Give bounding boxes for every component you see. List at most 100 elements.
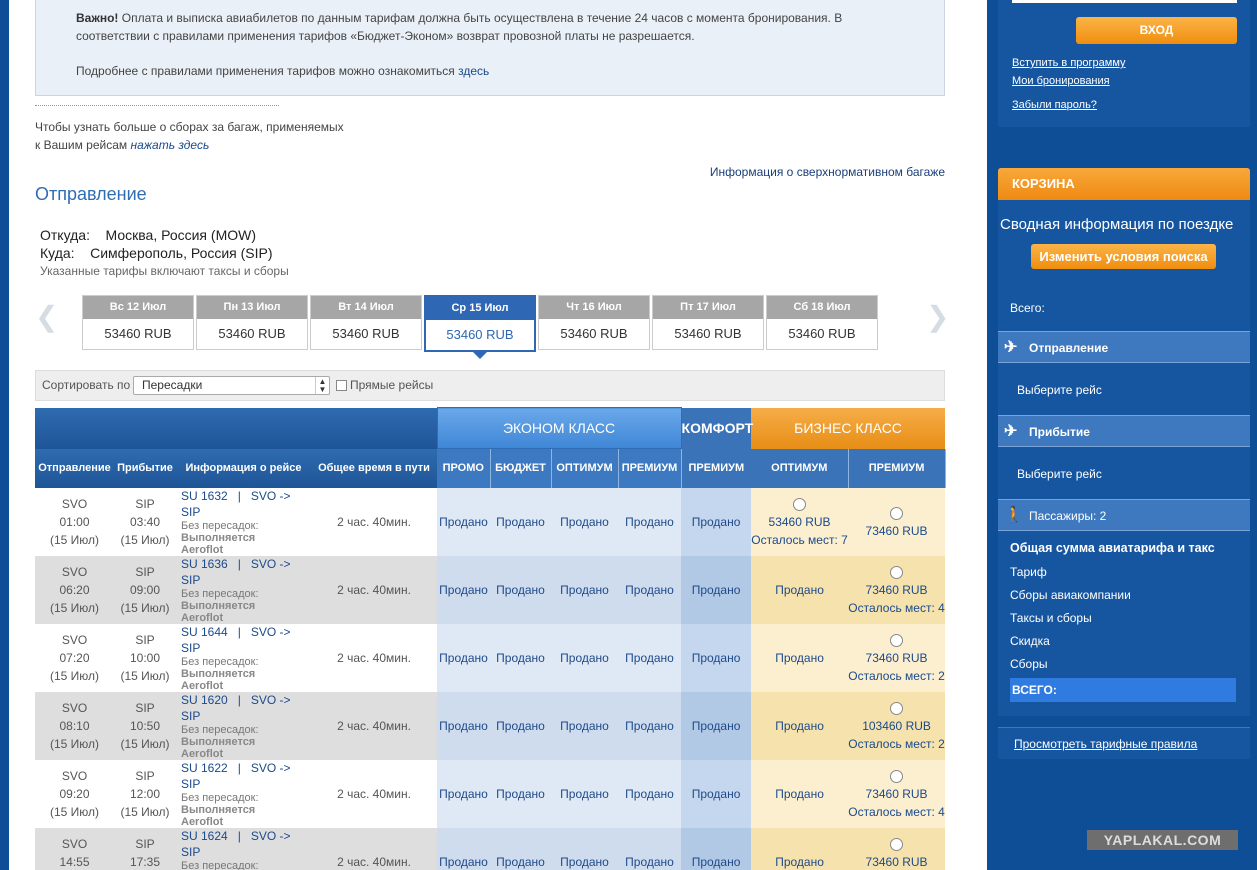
column-header: ПРОМО xyxy=(437,448,491,488)
date-cell[interactable]: Пн 13 Июл 53460 RUB xyxy=(196,295,308,350)
fare-radio[interactable] xyxy=(890,565,904,579)
date-cell[interactable]: Вс 12 Июл 53460 RUB xyxy=(82,295,194,350)
fare-cell[interactable]: 73460 RUB Осталось мест: 2 xyxy=(848,623,946,692)
fare-cell[interactable]: Продано xyxy=(490,691,551,760)
fare-rules-link[interactable]: Просмотреть тарифные правила xyxy=(1014,737,1197,751)
fare-cell[interactable]: 73460 RUB Осталось мест: 4 xyxy=(848,759,946,828)
arr-airport: SIP xyxy=(135,564,155,579)
fare-cell[interactable]: Продано xyxy=(490,555,551,624)
fare-cell[interactable]: Продано xyxy=(551,487,618,556)
dep-airport: SVO xyxy=(61,564,88,579)
flight-number-link[interactable]: SU 1624 xyxy=(181,829,228,843)
flight-stops: Без пересадок: xyxy=(181,519,259,532)
date-cell[interactable]: Вт 14 Июл 53460 RUB xyxy=(310,295,422,350)
fare-cell[interactable]: Продано xyxy=(437,759,490,828)
fare-status: Продано xyxy=(496,582,545,597)
column-header: ПРЕМИУМ xyxy=(618,448,682,488)
cart-arrival-section: ✈ Прибытие xyxy=(998,415,1250,447)
fare-cell[interactable]: Продано xyxy=(437,555,490,624)
fare-cell[interactable]: Продано xyxy=(551,691,618,760)
column-header: Информация о рейсе xyxy=(176,448,311,488)
fare-cell[interactable]: Продано xyxy=(437,691,490,760)
flight-number-link[interactable]: SU 1636 xyxy=(181,557,228,571)
fare-cell[interactable]: Продано xyxy=(681,827,752,870)
fare-radio[interactable] xyxy=(890,837,904,851)
fare-cell[interactable]: Продано xyxy=(490,487,551,556)
fare-cell[interactable]: Продано xyxy=(681,555,752,624)
fare-cell[interactable]: Продано xyxy=(681,691,752,760)
fare-rules-box: Просмотреть тарифные правила xyxy=(998,727,1250,759)
date-cell[interactable]: Пт 17 Июл 53460 RUB xyxy=(652,295,764,350)
fare-status: Продано xyxy=(496,718,545,733)
fare-cell[interactable]: Продано xyxy=(681,759,752,828)
seats-left: Осталось мест: 7 xyxy=(751,532,848,547)
fare-cell[interactable]: 73460 RUBОсталось мест: 5 xyxy=(848,827,946,870)
flight-number-link[interactable]: SU 1620 xyxy=(181,693,228,707)
fare-cell[interactable]: Продано xyxy=(490,623,551,692)
fare-status: Продано xyxy=(691,582,741,597)
fare-price: 73460 RUB xyxy=(865,582,928,597)
date-price: 53460 RUB xyxy=(446,327,514,342)
date-cell[interactable]: Ср 15 Июл 53460 RUB xyxy=(424,295,536,359)
fare-cell[interactable]: Продано xyxy=(437,827,490,870)
fare-cell[interactable]: Продано xyxy=(618,487,682,556)
fare-cell[interactable]: Продано xyxy=(751,555,849,624)
fare-cell[interactable]: Продано xyxy=(618,623,682,692)
fare-radio[interactable] xyxy=(890,769,904,783)
fare-cell[interactable]: Продано xyxy=(618,827,682,870)
fare-cell[interactable]: Продано xyxy=(490,759,551,828)
flight-number-link[interactable]: SU 1632 xyxy=(181,489,228,503)
fare-status: Продано xyxy=(439,650,488,665)
date-selector: Вс 12 Июл 53460 RUB Пн 13 Июл 53460 RUB Вт 1… xyxy=(82,295,880,359)
sidebar: ВХОД Вступить в программу Мои бронирован… xyxy=(997,0,1250,870)
fare-cell[interactable]: Продано xyxy=(751,827,849,870)
date-label: Ср 15 Июл xyxy=(426,297,534,320)
fare-cell[interactable]: Продано xyxy=(681,487,752,556)
fare-cell[interactable]: Продано xyxy=(437,623,490,692)
fare-cell[interactable]: Продано xyxy=(551,827,618,870)
fare-status: Продано xyxy=(625,514,674,529)
flight-number-link[interactable]: SU 1644 xyxy=(181,625,228,639)
fare-cell[interactable]: Продано xyxy=(618,759,682,828)
fare-cell[interactable]: Продано xyxy=(551,759,618,828)
flight-number-link[interactable]: SU 1622 xyxy=(181,761,228,775)
password-field[interactable] xyxy=(1012,0,1237,3)
discount-label: Скидка xyxy=(1010,634,1050,648)
fare-cell[interactable]: Продано xyxy=(618,691,682,760)
baggage-link[interactable]: нажать здесь xyxy=(130,138,209,152)
passengers-section: 🚶 Пассажиры: 2 xyxy=(998,499,1250,531)
fare-cell[interactable]: Продано xyxy=(751,759,849,828)
sort-select[interactable]: Пересадки ▲ ▼ xyxy=(133,376,330,395)
fare-radio[interactable] xyxy=(890,506,904,520)
fare-cell[interactable]: 53460 RUB Осталось мест: 7 xyxy=(751,487,849,556)
change-search-button[interactable]: Изменить условия поиска xyxy=(1031,244,1216,269)
join-program-link[interactable]: Вступить в программу xyxy=(1012,57,1126,69)
fare-cell[interactable]: Продано xyxy=(751,623,849,692)
fare-cell[interactable]: Продано xyxy=(490,827,551,870)
fare-cell[interactable]: Продано xyxy=(551,623,618,692)
fare-radio[interactable] xyxy=(793,497,807,511)
fare-cell[interactable]: 103460 RUB Осталось мест: 2 xyxy=(848,691,946,760)
fare-status: Продано xyxy=(439,854,488,869)
direct-flights-checkbox[interactable] xyxy=(336,380,347,391)
fare-cell[interactable]: 73460 RUB xyxy=(848,487,946,556)
login-button[interactable]: ВХОД xyxy=(1076,17,1237,44)
fare-cell[interactable]: Продано xyxy=(751,691,849,760)
forgot-password-link[interactable]: Забыли пароль? xyxy=(1012,99,1097,111)
fare-cell[interactable]: Продано xyxy=(618,555,682,624)
flight-stops: Без пересадок: xyxy=(181,655,259,668)
prev-dates-arrow-icon[interactable]: ❮ xyxy=(35,300,58,333)
overweight-baggage-link[interactable]: Информация о сверхнормативном багаже xyxy=(710,165,945,179)
my-bookings-link[interactable]: Мои бронирования xyxy=(1012,75,1110,87)
fare-cell[interactable]: Продано xyxy=(551,555,618,624)
fare-cell[interactable]: 73460 RUB Осталось мест: 4 xyxy=(848,555,946,624)
fare-radio[interactable] xyxy=(890,701,904,715)
next-dates-arrow-icon[interactable]: ❯ xyxy=(926,300,949,333)
fare-cell[interactable]: Продано xyxy=(437,487,490,556)
fare-radio[interactable] xyxy=(890,633,904,647)
date-cell[interactable]: Сб 18 Июл 53460 RUB xyxy=(766,295,878,350)
notice-link[interactable]: здесь xyxy=(458,64,489,78)
taxes-label: Таксы и сборы xyxy=(1010,611,1092,625)
fare-cell[interactable]: Продано xyxy=(681,623,752,692)
date-cell[interactable]: Чт 16 Июл 53460 RUB xyxy=(538,295,650,350)
